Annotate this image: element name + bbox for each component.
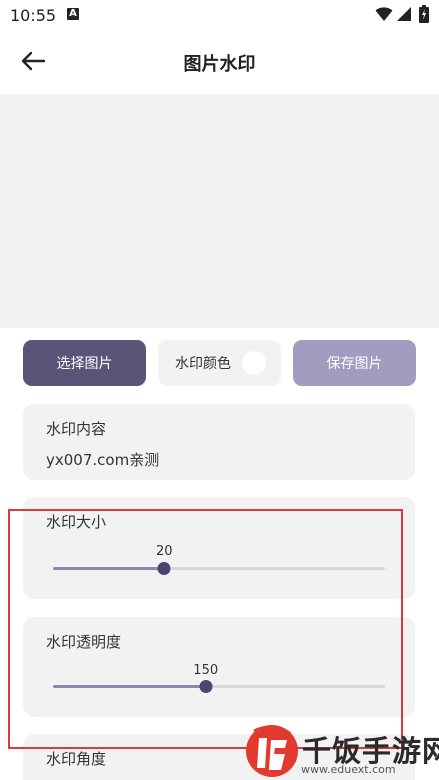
wifi-icon — [375, 7, 393, 21]
status-bar: 10:55 A — [0, 0, 439, 32]
signal-icon — [397, 7, 411, 21]
site-logo-icon — [246, 725, 298, 777]
action-bar: 选择图片 水印颜色 保存图片 — [0, 340, 439, 386]
watermark-color-button[interactable]: 水印颜色 — [158, 340, 281, 386]
app-bar: 图片水印 — [0, 32, 439, 94]
site-watermark: 千饭手游网 www.eduext.com — [241, 718, 439, 780]
status-time: 10:55 — [10, 6, 57, 25]
battery-icon — [419, 5, 429, 23]
color-swatch — [242, 351, 266, 375]
notification-icon: A — [67, 8, 79, 20]
image-preview — [0, 94, 439, 328]
watermark-content-card[interactable]: 水印内容 yx007.com亲测 — [23, 404, 415, 480]
select-image-button[interactable]: 选择图片 — [23, 340, 146, 386]
save-image-button[interactable]: 保存图片 — [293, 340, 416, 386]
watermark-content-label: 水印内容 — [46, 420, 107, 438]
watermark-color-label: 水印颜色 — [175, 356, 231, 372]
site-watermark-url: www.eduext.com — [301, 763, 396, 776]
watermark-content-value[interactable]: yx007.com亲测 — [46, 449, 159, 470]
highlight-annotation — [8, 509, 403, 749]
page-title: 图片水印 — [183, 54, 256, 75]
watermark-angle-label: 水印角度 — [46, 750, 107, 768]
